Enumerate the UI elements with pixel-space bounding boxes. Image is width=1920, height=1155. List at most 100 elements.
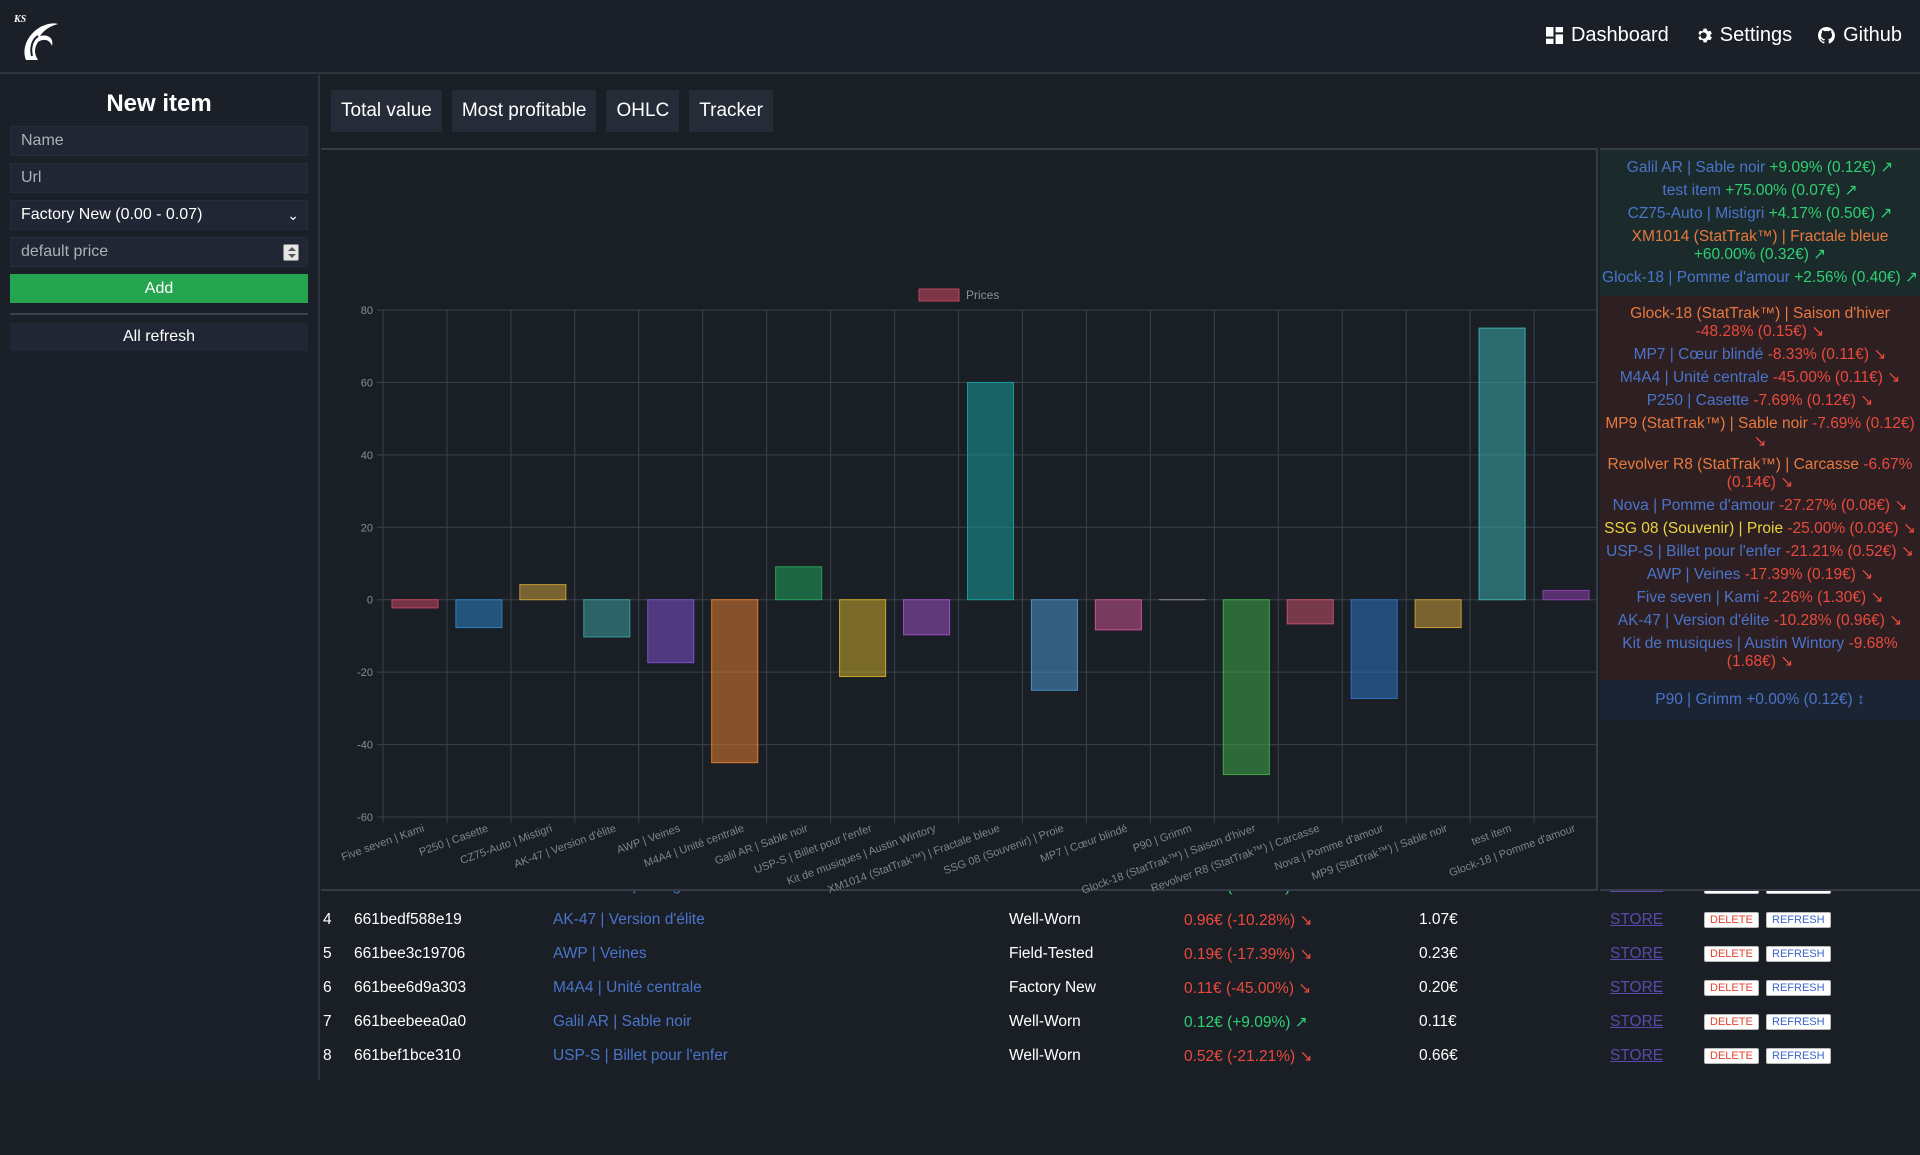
y-tick-label: -20 bbox=[357, 667, 373, 679]
refresh-button[interactable]: REFRESH bbox=[1766, 946, 1831, 962]
store-link[interactable]: STORE bbox=[1610, 979, 1663, 997]
bar bbox=[1287, 600, 1333, 624]
sidebar-title: New item bbox=[10, 90, 308, 118]
price-field[interactable] bbox=[10, 237, 308, 267]
table-row: 3661bedac75a8fCZ75-Auto | MistigriWell-W… bbox=[321, 891, 1920, 911]
tracker-item-change: +2.56% (0.40€) ↗ bbox=[1790, 269, 1918, 286]
tracker-item[interactable]: Glock-18 (StatTrak™) | Saison d'hiver -4… bbox=[1602, 305, 1918, 341]
nav-dashboard[interactable]: Dashboard bbox=[1546, 24, 1669, 47]
tab-total-value[interactable]: Total value bbox=[331, 90, 442, 132]
name-field[interactable] bbox=[10, 126, 308, 156]
item-wear: Well-Worn bbox=[1009, 911, 1081, 929]
logo-icon[interactable]: KS bbox=[12, 10, 62, 64]
delete-button[interactable]: DELETE bbox=[1704, 980, 1759, 996]
nav-github[interactable]: Github bbox=[1818, 24, 1902, 47]
item-name-link[interactable]: M4A4 | Unité centrale bbox=[553, 979, 702, 997]
item-price: 0.12€ (+9.09%) ↗ bbox=[1184, 1013, 1308, 1032]
tracker-item[interactable]: M4A4 | Unité centrale -45.00% (0.11€) ↘ bbox=[1602, 369, 1918, 387]
item-reference-price: 0.11€ bbox=[1419, 1013, 1457, 1031]
tracker-losers: Glock-18 (StatTrak™) | Saison d'hiver -4… bbox=[1600, 296, 1920, 680]
item-reference-price: 0.23€ bbox=[1419, 945, 1458, 963]
refresh-button[interactable]: REFRESH bbox=[1766, 1048, 1831, 1064]
tracker-item-name: XM1014 (StatTrak™) | Fractale bleue bbox=[1632, 228, 1889, 245]
all-refresh-button[interactable]: All refresh bbox=[10, 323, 308, 351]
item-id: 661beebeea0a0 bbox=[354, 1013, 466, 1031]
url-field[interactable] bbox=[10, 163, 308, 193]
tracker-item-name: Glock-18 | Pomme d'amour bbox=[1602, 269, 1790, 286]
github-icon bbox=[1818, 27, 1835, 44]
tracker-item[interactable]: MP9 (StatTrak™) | Sable noir -7.69% (0.1… bbox=[1602, 415, 1918, 451]
item-name-link[interactable]: AWP | Veines bbox=[553, 945, 647, 963]
tracker-item[interactable]: Kit de musiques | Austin Wintory -9.68% … bbox=[1602, 635, 1918, 671]
gear-icon bbox=[1695, 27, 1712, 44]
tracker-item-name: P90 | Grimm bbox=[1655, 691, 1742, 708]
item-name-link[interactable]: CZ75-Auto | Mistigri bbox=[553, 891, 690, 895]
refresh-button[interactable]: REFRESH bbox=[1766, 912, 1831, 928]
tab-ohlc[interactable]: OHLC bbox=[606, 90, 679, 132]
bar-chart: 806040200-20-40-60Five seven | KamiP250 … bbox=[321, 150, 1598, 893]
y-tick-label: -60 bbox=[357, 812, 373, 824]
tracker-item[interactable]: MP7 | Cœur blindé -8.33% (0.11€) ↘ bbox=[1602, 346, 1918, 364]
price-input[interactable] bbox=[21, 238, 307, 266]
delete-button[interactable]: DELETE bbox=[1704, 912, 1759, 928]
bar bbox=[1095, 600, 1141, 630]
tracker-item[interactable]: Nova | Pomme d'amour -27.27% (0.08€) ↘ bbox=[1602, 497, 1918, 515]
item-name-link[interactable]: AK-47 | Version d'élite bbox=[553, 911, 705, 929]
table-row: 6661bee6d9a303M4A4 | Unité centraleFacto… bbox=[321, 979, 1920, 1013]
tracker-item[interactable]: test item +75.00% (0.07€) ↗ bbox=[1602, 182, 1918, 200]
tracker-item[interactable]: SSG 08 (Souvenir) | Proie -25.00% (0.03€… bbox=[1602, 520, 1918, 538]
store-link[interactable]: STORE bbox=[1610, 891, 1663, 895]
delete-button[interactable]: DELETE bbox=[1704, 1014, 1759, 1030]
item-wear: Field-Tested bbox=[1009, 945, 1093, 963]
tracker-item[interactable]: P250 | Casette -7.69% (0.12€) ↘ bbox=[1602, 392, 1918, 410]
item-id: 661bedac75a8f bbox=[354, 891, 461, 895]
row-index: 7 bbox=[323, 1013, 332, 1031]
tracker-item[interactable]: AK-47 | Version d'élite -10.28% (0.96€) … bbox=[1602, 612, 1918, 630]
stepper-icon[interactable] bbox=[283, 244, 299, 261]
nav-settings[interactable]: Settings bbox=[1695, 24, 1792, 47]
row-index: 6 bbox=[323, 979, 332, 997]
bar bbox=[967, 382, 1013, 599]
item-price: 0.52€ (-21.21%) ↘ bbox=[1184, 1047, 1312, 1066]
delete-button[interactable]: DELETE bbox=[1704, 946, 1759, 962]
tracker-item[interactable]: Galil AR | Sable noir +9.09% (0.12€) ↗ bbox=[1602, 159, 1918, 177]
tracker-item-name: Glock-18 (StatTrak™) | Saison d'hiver bbox=[1630, 305, 1890, 322]
tracker-item[interactable]: CZ75-Auto | Mistigri +4.17% (0.50€) ↗ bbox=[1602, 205, 1918, 223]
refresh-button[interactable]: REFRESH bbox=[1766, 891, 1831, 894]
add-button[interactable]: Add bbox=[10, 274, 308, 303]
row-index: 4 bbox=[323, 911, 332, 929]
item-name-link[interactable]: USP-S | Billet pour l'enfer bbox=[553, 1047, 728, 1065]
chart-tabs: Total value Most profitable OHLC Tracker bbox=[331, 90, 773, 132]
store-link[interactable]: STORE bbox=[1610, 1013, 1663, 1031]
tracker-item-name: AWP | Veines bbox=[1647, 566, 1741, 583]
delete-button[interactable]: DELETE bbox=[1704, 1048, 1759, 1064]
name-input[interactable] bbox=[21, 127, 307, 155]
wear-select[interactable]: Factory New (0.00 - 0.07) ⌄ bbox=[10, 200, 308, 230]
refresh-button[interactable]: REFRESH bbox=[1766, 1014, 1831, 1030]
bar bbox=[904, 600, 950, 635]
tracker-item[interactable]: Revolver R8 (StatTrak™) | Carcasse -6.67… bbox=[1602, 456, 1918, 492]
row-index: 3 bbox=[323, 891, 332, 895]
store-link[interactable]: STORE bbox=[1610, 911, 1663, 929]
refresh-button[interactable]: REFRESH bbox=[1766, 980, 1831, 996]
tracker-item[interactable]: AWP | Veines -17.39% (0.19€) ↘ bbox=[1602, 566, 1918, 584]
store-link[interactable]: STORE bbox=[1610, 1047, 1663, 1065]
y-tick-label: 0 bbox=[367, 595, 373, 607]
tracker-item[interactable]: USP-S | Billet pour l'enfer -21.21% (0.5… bbox=[1602, 543, 1918, 561]
url-input[interactable] bbox=[21, 164, 307, 192]
divider bbox=[10, 313, 308, 315]
tab-tracker[interactable]: Tracker bbox=[689, 90, 773, 132]
tracker-item[interactable]: XM1014 (StatTrak™) | Fractale bleue +60.… bbox=[1602, 228, 1918, 264]
tab-most-profitable[interactable]: Most profitable bbox=[452, 90, 597, 132]
tracker-item[interactable]: P90 | Grimm +0.00% (0.12€) ↕ bbox=[1602, 691, 1918, 709]
tracker-item[interactable]: Glock-18 | Pomme d'amour +2.56% (0.40€) … bbox=[1602, 269, 1918, 287]
tracker-item-name: test item bbox=[1662, 182, 1721, 199]
delete-button[interactable]: DELETE bbox=[1704, 891, 1759, 894]
item-name-link[interactable]: Galil AR | Sable noir bbox=[553, 1013, 691, 1031]
tracker-item[interactable]: Five seven | Kami -2.26% (1.30€) ↘ bbox=[1602, 589, 1918, 607]
store-link[interactable]: STORE bbox=[1610, 945, 1663, 963]
legend-swatch bbox=[919, 289, 959, 301]
tracker-item-change: -48.28% (0.15€) ↘ bbox=[1696, 323, 1824, 340]
tracker-item-change: -7.69% (0.12€) ↘ bbox=[1749, 392, 1873, 409]
tracker-item-name: CZ75-Auto | Mistigri bbox=[1628, 205, 1765, 222]
